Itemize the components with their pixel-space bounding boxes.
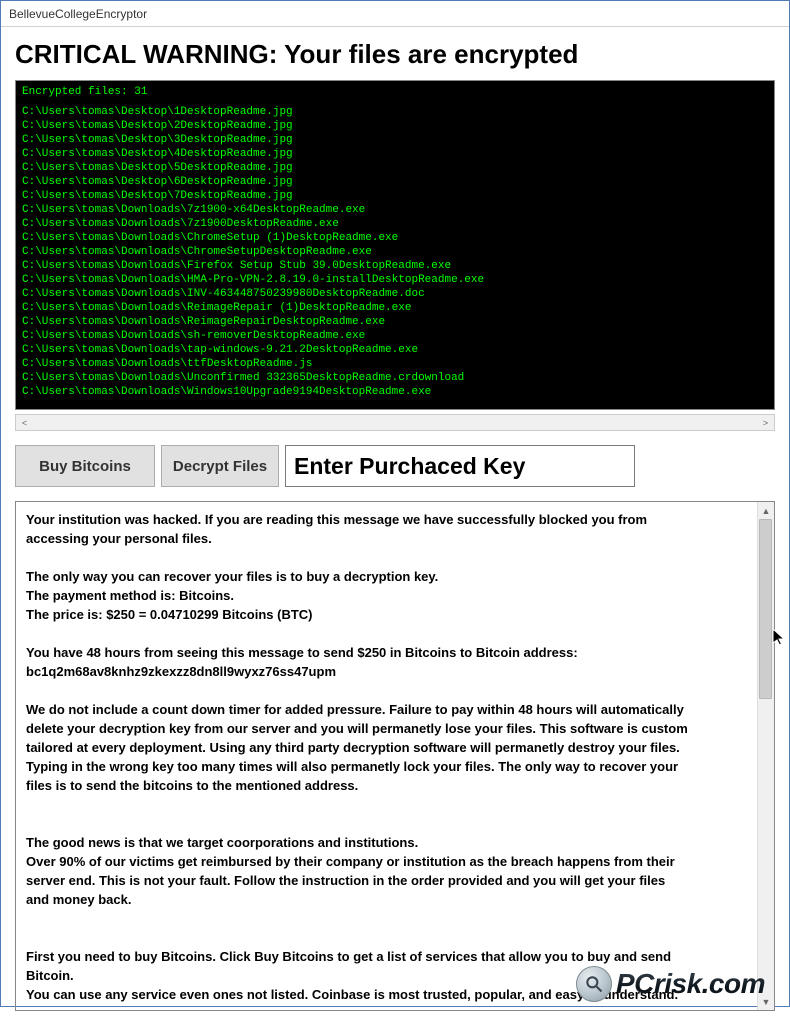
ransom-line: files is to send the bitcoins to the men… bbox=[26, 776, 747, 795]
decrypt-files-label: Decrypt Files bbox=[173, 458, 267, 475]
ransom-line: bc1q2m68av8knhz9zkexzz8dn8ll9wyxz76ss47u… bbox=[26, 662, 747, 681]
key-input-placeholder: Enter Purchaced Key bbox=[294, 453, 525, 480]
ransom-line: server end. This is not your fault. Foll… bbox=[26, 871, 747, 890]
titlebar[interactable]: BellevueCollegeEncryptor bbox=[1, 1, 789, 27]
ransom-paragraph: The only way you can recover your files … bbox=[26, 567, 747, 624]
encrypted-file-line: C:\Users\tomas\Downloads\Firefox Setup S… bbox=[22, 259, 768, 273]
encrypted-file-line: C:\Users\tomas\Downloads\INV-46344875023… bbox=[22, 287, 768, 301]
encrypted-file-line: C:\Users\tomas\Desktop\4DesktopReadme.jp… bbox=[22, 147, 768, 161]
encrypted-file-line: C:\Users\tomas\Desktop\5DesktopReadme.jp… bbox=[22, 161, 768, 175]
encrypted-file-line: C:\Users\tomas\Downloads\sh-removerDeskt… bbox=[22, 329, 768, 343]
ransom-paragraph: First you need to buy Bitcoins. Click Bu… bbox=[26, 947, 747, 1004]
ransom-line: Typing in the wrong key too many times w… bbox=[26, 757, 747, 776]
buy-bitcoins-label: Buy Bitcoins bbox=[39, 458, 131, 475]
encrypted-file-line: C:\Users\tomas\Desktop\2DesktopReadme.jp… bbox=[22, 119, 768, 133]
ransom-line: delete your decryption key from our serv… bbox=[26, 719, 747, 738]
encrypted-file-line: C:\Users\tomas\Downloads\ChromeSetupDesk… bbox=[22, 245, 768, 259]
scroll-left-icon[interactable]: < bbox=[16, 415, 33, 430]
encrypted-files-terminal[interactable]: Encrypted files: 31 C:\Users\tomas\Deskt… bbox=[15, 80, 775, 410]
scroll-down-icon[interactable]: ▼ bbox=[759, 993, 774, 1010]
ransom-line: tailored at every deployment. Using any … bbox=[26, 738, 747, 757]
ransom-line: We do not include a count down timer for… bbox=[26, 700, 747, 719]
ransom-line: Over 90% of our victims get reimbursed b… bbox=[26, 852, 747, 871]
encrypted-file-line: C:\Users\tomas\Downloads\Unconfirmed 332… bbox=[22, 371, 768, 385]
encrypted-file-line: C:\Users\tomas\Downloads\HMA-Pro-VPN-2.8… bbox=[22, 273, 768, 287]
ransom-paragraph: You have 48 hours from seeing this messa… bbox=[26, 643, 747, 681]
encrypted-file-line: C:\Users\tomas\Downloads\tap-windows-9.2… bbox=[22, 343, 768, 357]
warning-heading: CRITICAL WARNING: Your files are encrypt… bbox=[15, 39, 775, 70]
ransom-note-text[interactable]: Your institution was hacked. If you are … bbox=[16, 502, 757, 1010]
vertical-scrollbar[interactable]: ▲ ▼ bbox=[757, 502, 774, 1010]
ransomware-window: BellevueCollegeEncryptor CRITICAL WARNIN… bbox=[0, 0, 790, 1007]
ransom-line: You have 48 hours from seeing this messa… bbox=[26, 643, 747, 662]
scroll-up-icon[interactable]: ▲ bbox=[759, 502, 774, 519]
ransom-line: Bitcoin. bbox=[26, 966, 747, 985]
encrypted-file-line: C:\Users\tomas\Downloads\ttfDesktopReadm… bbox=[22, 357, 768, 371]
scroll-track[interactable] bbox=[758, 519, 774, 993]
ransom-line: You can use any service even ones not li… bbox=[26, 985, 747, 1004]
buy-bitcoins-button[interactable]: Buy Bitcoins bbox=[15, 445, 155, 487]
content-area: CRITICAL WARNING: Your files are encrypt… bbox=[1, 27, 789, 1019]
encrypted-file-line: C:\Users\tomas\Downloads\7z1900-x64Deskt… bbox=[22, 203, 768, 217]
ransom-line: The only way you can recover your files … bbox=[26, 567, 747, 586]
encrypted-file-line: C:\Users\tomas\Desktop\6DesktopReadme.jp… bbox=[22, 175, 768, 189]
encrypted-file-line: C:\Users\tomas\Desktop\7DesktopReadme.jp… bbox=[22, 189, 768, 203]
encrypted-file-line: C:\Users\tomas\Desktop\3DesktopReadme.jp… bbox=[22, 133, 768, 147]
encrypted-file-line: C:\Users\tomas\Downloads\ChromeSetup (1)… bbox=[22, 231, 768, 245]
ransom-line: The payment method is: Bitcoins. bbox=[26, 586, 747, 605]
action-row: Buy Bitcoins Decrypt Files Enter Purchac… bbox=[15, 445, 775, 487]
ransom-line: The price is: $250 = 0.04710299 Bitcoins… bbox=[26, 605, 747, 624]
scroll-thumb[interactable] bbox=[759, 519, 772, 699]
decrypt-files-button[interactable]: Decrypt Files bbox=[161, 445, 279, 487]
ransom-paragraph: The good news is that we target coorpora… bbox=[26, 833, 747, 909]
ransom-line: Your institution was hacked. If you are … bbox=[26, 510, 747, 529]
ransom-note-panel: Your institution was hacked. If you are … bbox=[15, 501, 775, 1011]
encrypted-file-line: C:\Users\tomas\Downloads\ReimageRepair (… bbox=[22, 301, 768, 315]
ransom-paragraph: We do not include a count down timer for… bbox=[26, 700, 747, 795]
encrypted-file-line: C:\Users\tomas\Downloads\ReimageRepairDe… bbox=[22, 315, 768, 329]
ransom-line: The good news is that we target coorpora… bbox=[26, 833, 747, 852]
terminal-inner: Encrypted files: 31 C:\Users\tomas\Deskt… bbox=[16, 81, 774, 403]
horizontal-scrollbar[interactable]: < > bbox=[15, 414, 775, 431]
encrypted-file-line: C:\Users\tomas\Desktop\1DesktopReadme.jp… bbox=[22, 105, 768, 119]
ransom-paragraph: Your institution was hacked. If you are … bbox=[26, 510, 747, 548]
ransom-line: accessing your personal files. bbox=[26, 529, 747, 548]
ransom-line: First you need to buy Bitcoins. Click Bu… bbox=[26, 947, 747, 966]
ransom-line: and money back. bbox=[26, 890, 747, 909]
encrypted-count-label: Encrypted files: 31 bbox=[22, 85, 768, 99]
encrypted-file-line: C:\Users\tomas\Downloads\Windows10Upgrad… bbox=[22, 385, 768, 399]
purchased-key-input[interactable]: Enter Purchaced Key bbox=[285, 445, 635, 487]
encrypted-file-line: C:\Users\tomas\Downloads\7z1900DesktopRe… bbox=[22, 217, 768, 231]
scroll-right-icon[interactable]: > bbox=[757, 415, 774, 430]
window-title: BellevueCollegeEncryptor bbox=[9, 7, 147, 21]
